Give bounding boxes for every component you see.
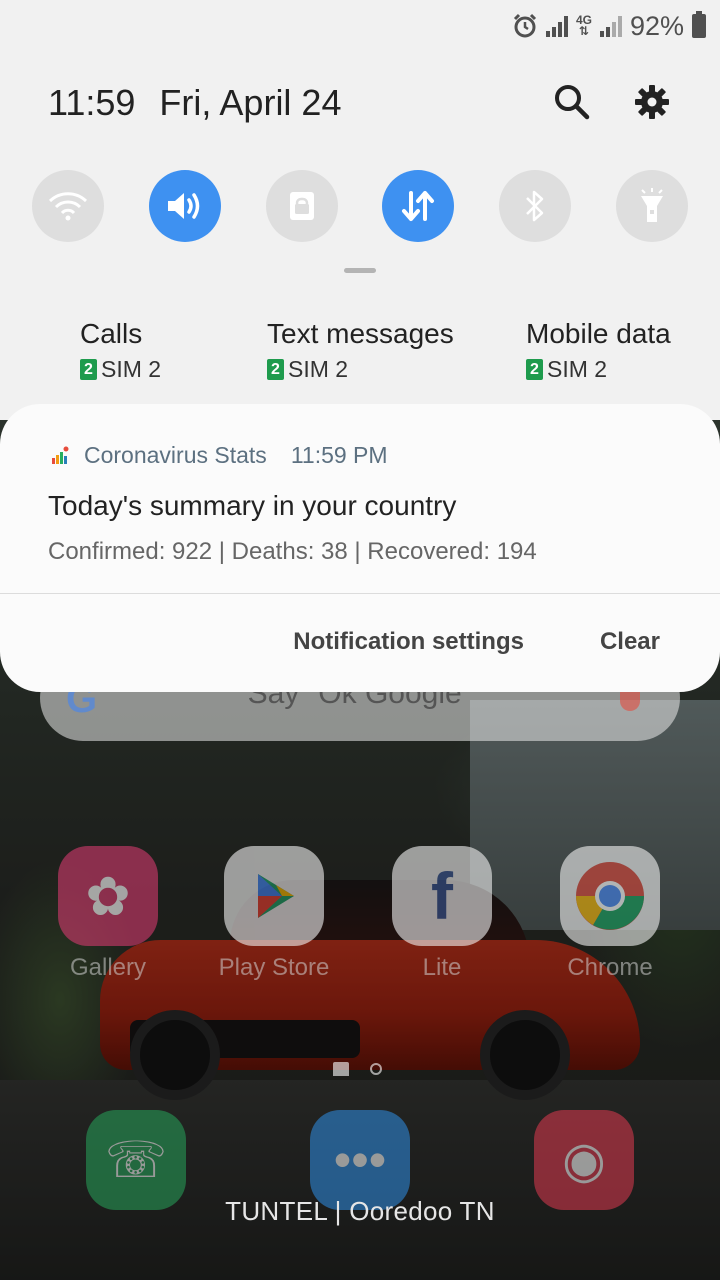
sim-preferences: Calls 2 SIM 2 Text messages 2 SIM 2 Mobi… <box>0 318 720 388</box>
clock: 11:59 <box>48 82 136 123</box>
signal-sim2-icon <box>599 15 622 37</box>
quick-toggles <box>32 170 688 242</box>
sound-toggle[interactable] <box>148 170 221 242</box>
notification-divider <box>0 593 720 594</box>
dock-camera-app[interactable]: ◉ <box>534 1110 634 1210</box>
sim-selection: 2 SIM 2 <box>80 356 161 383</box>
volume-icon <box>167 193 200 219</box>
dock-messages-app[interactable]: ••• <box>310 1110 410 1210</box>
battery-icon <box>692 11 706 38</box>
sim-pref-title: Calls <box>80 318 143 349</box>
date: Fri, April 24 <box>159 82 342 123</box>
rotation-lock-toggle[interactable] <box>265 170 338 242</box>
app-chrome[interactable]: Chrome <box>540 846 680 982</box>
home-page-icon <box>333 1062 349 1076</box>
messages-icon: ••• <box>333 1132 387 1188</box>
dock-phone-app[interactable]: ☏ <box>86 1110 186 1210</box>
app-label: Play Store <box>218 954 330 981</box>
notification-app-name: Coronavirus Stats <box>84 442 267 468</box>
page-indicator <box>333 1062 393 1078</box>
page-dot <box>370 1063 382 1075</box>
search-icon <box>555 85 590 120</box>
app-facebook-lite[interactable]: f Lite <box>372 846 512 982</box>
sim-label: SIM 2 <box>288 356 349 382</box>
search-button[interactable] <box>552 80 592 124</box>
data-transfer-icon <box>402 191 435 221</box>
camera-icon: ◉ <box>562 1132 606 1188</box>
notification-body: Confirmed: 922 | Deaths: 38 | Recovered:… <box>48 538 537 565</box>
alarm-icon <box>513 13 536 38</box>
sim-badge-icon: 2 <box>80 359 97 380</box>
shade-top-actions <box>552 80 672 124</box>
wifi-icon <box>48 192 88 221</box>
flashlight-icon <box>640 188 663 222</box>
sim-selection: 2 SIM 2 <box>526 356 671 383</box>
carrier-label: TUNTEL | Ooredoo TN <box>225 1196 495 1226</box>
sim-badge-icon: 2 <box>526 359 543 380</box>
status-bar: 4G ⇅ 92% <box>512 6 706 46</box>
settings-button[interactable] <box>632 80 672 124</box>
app-play-store[interactable]: Play Store <box>204 846 344 982</box>
sim-label: SIM 2 <box>101 356 162 382</box>
notification-shade: 4G ⇅ 92% 11:59 Fri, April 24 Calls 2 SIM… <box>0 0 720 420</box>
network-type-icon: 4G ⇅ <box>575 13 592 38</box>
gallery-icon: ✿ <box>58 846 158 946</box>
app-gallery[interactable]: ✿ Gallery <box>38 846 178 982</box>
bluetooth-icon <box>526 190 544 222</box>
sim-pref-title: Text messages <box>267 318 454 349</box>
sim-pref-calls[interactable]: Calls 2 SIM 2 <box>80 318 161 383</box>
phone-icon: ☏ <box>104 1132 168 1188</box>
signal-sim1-icon <box>545 15 568 37</box>
sim-pref-mobile-data[interactable]: Mobile data 2 SIM 2 <box>526 318 671 383</box>
facebook-icon: f <box>392 846 492 946</box>
shade-expand-handle[interactable] <box>344 268 376 273</box>
wifi-toggle[interactable] <box>32 170 104 242</box>
lock-icon <box>289 192 314 220</box>
mobile-data-toggle[interactable] <box>382 170 455 242</box>
clock-row: 11:59 Fri, April 24 <box>48 82 341 124</box>
coronavirus-stats-app-icon <box>52 446 69 464</box>
app-label: Chrome <box>567 954 653 981</box>
notification-title: Today's summary in your country <box>48 490 457 521</box>
sim-pref-text-messages[interactable]: Text messages 2 SIM 2 <box>267 318 454 383</box>
play-store-icon <box>224 846 324 946</box>
battery-percent: 92% <box>629 10 684 41</box>
gear-icon <box>635 85 669 119</box>
sim-badge-icon: 2 <box>267 359 284 380</box>
bluetooth-toggle[interactable] <box>499 170 572 242</box>
notification-time: 11:59 PM <box>290 442 388 468</box>
app-label: Lite <box>422 954 462 981</box>
clear-button[interactable]: Clear <box>600 628 660 656</box>
sim-selection: 2 SIM 2 <box>267 356 454 383</box>
sim-pref-title: Mobile data <box>526 318 671 349</box>
notification-settings-button[interactable]: Notification settings <box>293 628 524 656</box>
notification-actions: Notification settings Clear <box>293 628 660 656</box>
sim-label: SIM 2 <box>547 356 608 382</box>
notification-card[interactable]: Coronavirus Stats 11:59 PM Today's summa… <box>0 404 720 692</box>
notification-header: Coronavirus Stats 11:59 PM <box>50 442 388 469</box>
chrome-icon <box>560 846 660 946</box>
flashlight-toggle[interactable] <box>615 170 688 242</box>
app-label: Gallery <box>69 954 147 981</box>
